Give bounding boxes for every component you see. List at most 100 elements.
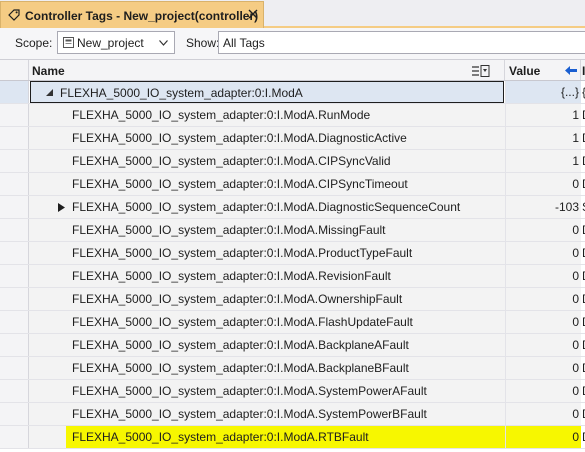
tag-value: 1 [572,131,579,145]
table-row[interactable]: FLEXHA_5000_IO_system_adapter:0:I.ModA.M… [0,219,585,242]
expand-triangle-icon[interactable] [58,203,65,212]
close-icon[interactable] [247,8,259,20]
column-header-value[interactable]: Value [509,64,540,78]
row-selector[interactable] [0,173,29,195]
value-cell[interactable]: 0 [505,403,581,425]
name-cell[interactable]: FLEXHA_5000_IO_system_adapter:0:I.ModA.D… [29,196,505,218]
tag-value: {...} [560,85,579,99]
name-cell[interactable]: FLEXHA_5000_IO_system_adapter:0:I.ModA.S… [29,403,505,425]
value-cell[interactable]: {...} [505,81,581,103]
table-row-highlighted[interactable]: FLEXHA_5000_IO_system_adapter:0:I.ModA.R… [0,426,585,449]
value-cell[interactable]: 0 [505,426,581,448]
collapse-triangle-icon[interactable] [46,88,53,97]
value-cell[interactable]: -103 [505,196,581,218]
value-cell[interactable]: 0 [505,288,581,310]
value-cell[interactable]: 1 [505,150,581,172]
name-cell[interactable]: FLEXHA_5000_IO_system_adapter:0:I.ModA.C… [29,173,505,195]
value-cell[interactable]: 0 [505,334,581,356]
value-cell[interactable]: 1 [505,127,581,149]
name-cell[interactable]: FLEXHA_5000_IO_system_adapter:0:I.ModA.R… [66,426,505,448]
table-row[interactable]: FLEXHA_5000_IO_system_adapter:0:I.ModA.C… [0,173,585,196]
table-row[interactable]: FLEXHA_5000_IO_system_adapter:0:I.ModA.P… [0,242,585,265]
tag-name: FLEXHA_5000_IO_system_adapter:0:I.ModA [60,86,303,100]
name-cell[interactable]: FLEXHA_5000_IO_system_adapter:0:I.ModA.D… [29,127,505,149]
tag-name: FLEXHA_5000_IO_system_adapter:0:I.ModA.S… [72,384,427,398]
row-selector-header[interactable] [0,60,29,80]
tag-value: 0 [572,223,579,237]
table-row[interactable]: FLEXHA_5000_IO_system_adapter:0:I.ModA.S… [0,380,585,403]
value-cell[interactable]: 0 [505,173,581,195]
show-filter-value: All Tags [223,36,265,50]
tag-name: FLEXHA_5000_IO_system_adapter:0:I.ModA.R… [72,108,371,122]
name-cell[interactable]: FLEXHA_5000_IO_system_adapter:0:I.ModA.M… [29,219,505,241]
column-header-name[interactable]: Name [32,64,65,78]
table-row[interactable]: FLEXHA_5000_IO_system_adapter:0:I.ModA.B… [0,334,585,357]
column-filter-icon[interactable] [472,65,490,77]
tag-name: FLEXHA_5000_IO_system_adapter:0:I.ModA.B… [72,338,409,352]
tag-value: 0 [572,338,579,352]
chevron-down-icon[interactable] [159,40,168,46]
row-selector[interactable] [0,334,29,356]
scope-dropdown[interactable]: New_project [57,31,175,54]
table-row[interactable]: FLEXHA_5000_IO_system_adapter:0:I.ModA.F… [0,311,585,334]
row-selector[interactable] [0,426,29,448]
table-row[interactable]: FLEXHA_5000_IO_system_adapter:0:I.ModA.D… [0,127,585,150]
value-cell[interactable]: 0 [505,265,581,287]
sort-arrow-icon[interactable] [565,66,577,75]
tag-grid: Name Value I FLEXHA_5000_IO_system_adapt… [0,60,585,452]
tag-name: FLEXHA_5000_IO_system_adapter:0:I.ModA.F… [72,315,413,329]
row-selector[interactable] [0,288,29,310]
value-cell[interactable]: 0 [505,219,581,241]
tag-value: 0 [572,177,579,191]
table-row[interactable]: FLEXHA_5000_IO_system_adapter:0:I.ModA.B… [0,357,585,380]
tag-value: 0 [572,246,579,260]
name-cell[interactable]: FLEXHA_5000_IO_system_adapter:0:I.ModA.B… [29,334,505,356]
row-selector[interactable] [0,219,29,241]
tag-name: FLEXHA_5000_IO_system_adapter:0:I.ModA.S… [72,407,427,421]
tag-value: 0 [572,407,579,421]
row-selector[interactable] [0,357,29,379]
row-selector[interactable] [0,81,29,103]
name-cell[interactable]: FLEXHA_5000_IO_system_adapter:0:I.ModA.S… [29,380,505,402]
table-row[interactable]: FLEXHA_5000_IO_system_adapter:0:I.ModA.C… [0,150,585,173]
table-row[interactable]: FLEXHA_5000_IO_system_adapter:0:I.ModA.R… [0,265,585,288]
row-selector[interactable] [0,265,29,287]
value-cell[interactable]: 0 [505,357,581,379]
value-cell[interactable]: 0 [505,380,581,402]
tab-controller-tags[interactable]: Controller Tags - New_project(controller… [0,1,264,28]
table-row-parent[interactable]: FLEXHA_5000_IO_system_adapter:0:I.ModA {… [0,81,585,104]
value-cell[interactable]: 0 [505,242,581,264]
row-selector[interactable] [0,403,29,425]
row-selector[interactable] [0,380,29,402]
row-selector[interactable] [0,311,29,333]
tag-filter-toolbar: Scope: New_project Show: All Tags [0,28,585,60]
document-tab-strip: Controller Tags - New_project(controller… [0,0,585,28]
indent-spacer [29,426,66,448]
tag-value: -103 [554,200,579,214]
table-row[interactable]: FLEXHA_5000_IO_system_adapter:0:I.ModA.S… [0,403,585,426]
table-row[interactable]: FLEXHA_5000_IO_system_adapter:0:I.ModA.O… [0,288,585,311]
name-cell[interactable]: FLEXHA_5000_IO_system_adapter:0:I.ModA.O… [29,288,505,310]
column-divider[interactable] [504,60,505,80]
tag-value: 0 [572,315,579,329]
name-cell[interactable]: FLEXHA_5000_IO_system_adapter:0:I.ModA.P… [29,242,505,264]
tag-value: 0 [572,269,579,283]
row-selector[interactable] [0,242,29,264]
column-divider[interactable] [580,60,581,80]
value-cell[interactable]: 0 [505,311,581,333]
tag-value: 0 [572,430,579,444]
table-row-expandable[interactable]: FLEXHA_5000_IO_system_adapter:0:I.ModA.D… [0,196,585,219]
name-cell[interactable]: FLEXHA_5000_IO_system_adapter:0:I.ModA.B… [29,357,505,379]
table-row[interactable]: FLEXHA_5000_IO_system_adapter:0:I.ModA.R… [0,104,585,127]
row-selector[interactable] [0,104,29,126]
row-selector[interactable] [0,127,29,149]
row-selector[interactable] [0,150,29,172]
name-cell[interactable]: FLEXHA_5000_IO_system_adapter:0:I.ModA.C… [29,150,505,172]
name-cell[interactable]: FLEXHA_5000_IO_system_adapter:0:I.ModA [30,81,504,103]
name-cell[interactable]: FLEXHA_5000_IO_system_adapter:0:I.ModA.R… [29,265,505,287]
show-filter-field[interactable]: All Tags [218,31,585,54]
value-cell[interactable]: 1 [505,104,581,126]
name-cell[interactable]: FLEXHA_5000_IO_system_adapter:0:I.ModA.F… [29,311,505,333]
name-cell[interactable]: FLEXHA_5000_IO_system_adapter:0:I.ModA.R… [29,104,505,126]
row-selector[interactable] [0,196,29,218]
